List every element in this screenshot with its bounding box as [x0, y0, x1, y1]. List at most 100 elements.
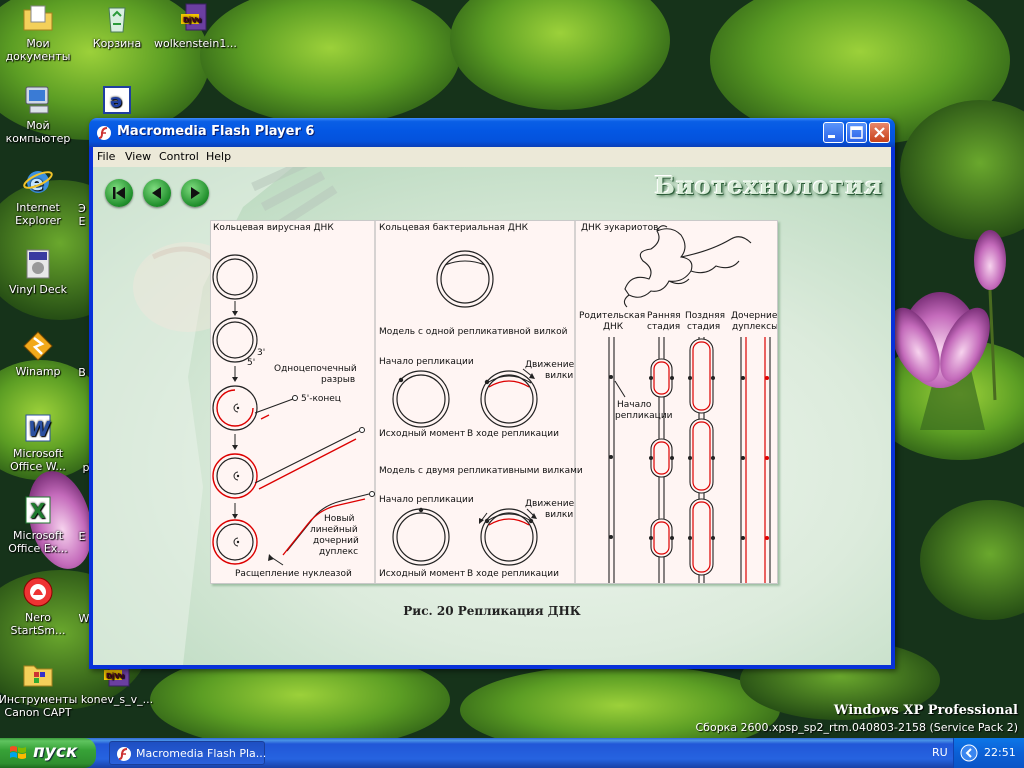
- two-fork-during: [479, 508, 538, 566]
- desktop-icon-label: Internet Explorer: [15, 201, 61, 227]
- maximize-icon: [850, 126, 863, 139]
- maximize-button[interactable]: [846, 122, 867, 143]
- new-duplex-label-4: дуплекс: [319, 547, 358, 557]
- desktop-icon-word[interactable]: W Microsoft Office W...: [0, 412, 78, 473]
- taskbar-flash-player-button[interactable]: Macromedia Flash Pla...: [109, 741, 266, 765]
- svg-text:ə: ə: [110, 91, 122, 112]
- windows-version-watermark: Windows XP Professional Сборка 2600.xpsp…: [696, 703, 1019, 734]
- desktop-icon-nero[interactable]: Nero StartSm...: [0, 576, 78, 637]
- desktop-icon-label: Мой компьютер: [5, 119, 71, 145]
- desktop-icon-label: Инструменты Canon CAPT: [0, 693, 78, 719]
- desktop-icon-internet-explorer[interactable]: e Internet Explorer: [0, 166, 78, 227]
- daughter-duplex-header-1: Дочерние: [731, 311, 777, 321]
- viral-dna-stage-1: [212, 254, 258, 300]
- svg-text:X: X: [30, 499, 46, 523]
- nero-icon: [22, 576, 54, 608]
- minimize-icon: [828, 135, 835, 138]
- folder-documents-icon: [22, 2, 54, 34]
- desktop-icon-canon-capt[interactable]: Инструменты Canon CAPT: [0, 658, 78, 719]
- my-computer-icon: [22, 84, 54, 116]
- daughter-duplexes: [740, 337, 771, 583]
- desktop-icon-label: Мои документы: [5, 37, 71, 63]
- viral-dna-stage-4: [212, 427, 365, 499]
- col1-title: Кольцевая вирусная ДНК: [213, 223, 334, 233]
- next-slide-icon: [191, 187, 200, 199]
- section-title: Биотехнология: [654, 171, 883, 200]
- language-indicator[interactable]: RU: [932, 746, 948, 759]
- one-fork-during: [480, 368, 538, 428]
- first-slide-icon: [113, 187, 125, 199]
- window-title: Macromedia Flash Player 6: [117, 124, 315, 139]
- previous-slide-icon: [152, 187, 161, 199]
- clock[interactable]: 22:51: [984, 746, 1016, 759]
- new-duplex-label-3: дочерний: [313, 536, 359, 546]
- five-end-label: 5'-конец: [301, 394, 341, 404]
- taskbar: пуск Macromedia Flash Pla... RU 22:51: [0, 738, 1024, 768]
- os-name: Windows XP Professional: [833, 703, 1018, 718]
- desktop-icon-winamp[interactable]: Winamp: [0, 330, 78, 378]
- menu-help[interactable]: Help: [206, 150, 231, 163]
- origin-label-1: Начало: [617, 400, 652, 410]
- desktop-icon-excel[interactable]: X Microsoft Office Ex...: [0, 494, 78, 555]
- early-stage-bubbles: [649, 337, 674, 583]
- vinyl-deck-icon: [22, 248, 54, 280]
- app-e-icon: ə: [101, 84, 133, 116]
- next-slide-button[interactable]: [181, 179, 209, 207]
- nick-label-2: разрыв: [321, 375, 355, 385]
- desktop-icon-label: Vinyl Deck: [8, 283, 68, 296]
- menu-view[interactable]: View: [125, 150, 151, 163]
- desktop-icon-wolkenstein[interactable]: DjVu wolkenstein1...: [154, 2, 237, 50]
- early-stage-header-1: Ранняя: [647, 311, 681, 321]
- flash-player-window: Macromedia Flash Player 6 File View Cont…: [89, 118, 895, 669]
- one-fork-initial: [392, 370, 450, 428]
- word-icon: W: [22, 412, 54, 444]
- previous-slide-button[interactable]: [143, 179, 171, 207]
- menu-file[interactable]: File: [97, 150, 115, 163]
- fork-move-label-1b: вилки: [545, 371, 573, 381]
- desktop-icon-label: Корзина: [92, 37, 142, 50]
- window-titlebar[interactable]: Macromedia Flash Player 6: [89, 118, 895, 147]
- nick-label-1: Одноцепочечный: [274, 364, 357, 374]
- close-icon: [874, 127, 885, 138]
- recycle-bin-icon: [101, 2, 133, 34]
- window-client-area: File View Control Help Биотехнология Кол…: [93, 147, 891, 665]
- new-duplex-label-2: линейный: [310, 525, 358, 535]
- flash-player-icon: [97, 126, 111, 140]
- fork-move-label-1a: Движение: [525, 360, 575, 370]
- desktop-icon-e-app[interactable]: ə: [77, 84, 157, 119]
- desktop-icon-label: Nero StartSm...: [10, 611, 66, 637]
- windows-logo-icon: [10, 746, 26, 759]
- show-hidden-icons-icon[interactable]: [960, 744, 978, 762]
- dna-replication-diagram: Кольцевая вирусная ДНК 3' 5' Одноцепочеч…: [210, 220, 778, 584]
- desktop-icon-vinyl-deck[interactable]: Vinyl Deck: [0, 248, 78, 296]
- menu-control[interactable]: Control: [159, 150, 199, 163]
- model-one-fork-label: Модель с одной репликативной вилкой: [379, 327, 568, 337]
- excel-icon: X: [22, 494, 54, 526]
- viral-dna-stage-2: [212, 317, 258, 363]
- start-button[interactable]: пуск: [0, 738, 96, 768]
- late-stage-header-2: стадия: [687, 322, 720, 332]
- replication-start-label-2: Начало репликации: [379, 495, 474, 505]
- desktop-icon-label: wolkenstein1...: [154, 37, 237, 50]
- svg-text:DjVu: DjVu: [183, 16, 201, 24]
- desktop-icon-my-computer[interactable]: Мой компьютер: [0, 84, 78, 145]
- col2-title: Кольцевая бактериальная ДНК: [379, 223, 529, 233]
- close-button[interactable]: [869, 122, 890, 143]
- nuclease-label: Расщепление нуклеазой: [235, 569, 352, 579]
- first-slide-button[interactable]: [105, 179, 133, 207]
- during-replication-label-1: В ходе репликации: [467, 429, 559, 439]
- internet-explorer-icon: e: [22, 166, 54, 198]
- parent-dna-strands: [608, 337, 626, 583]
- flash-stage: Биотехнология Кольцевая вирусная ДНК 3' …: [93, 167, 891, 665]
- figure-caption: Рис. 20 Репликация ДНК: [403, 604, 581, 618]
- daughter-duplex-header-2: дуплексы: [732, 322, 777, 332]
- desktop-icon-my-documents[interactable]: Мои документы: [0, 2, 78, 63]
- late-stage-bubbles: [688, 337, 715, 583]
- svg-text:W: W: [28, 417, 51, 441]
- menu-bar: File View Control Help: [93, 147, 891, 167]
- minimize-button[interactable]: [823, 122, 844, 143]
- desktop-icon-recycle-bin[interactable]: Корзина: [77, 2, 157, 50]
- djvu-file-icon: DjVu: [178, 2, 210, 34]
- initial-moment-label-1: Исходный момент: [379, 429, 465, 439]
- two-fork-initial: [392, 507, 450, 566]
